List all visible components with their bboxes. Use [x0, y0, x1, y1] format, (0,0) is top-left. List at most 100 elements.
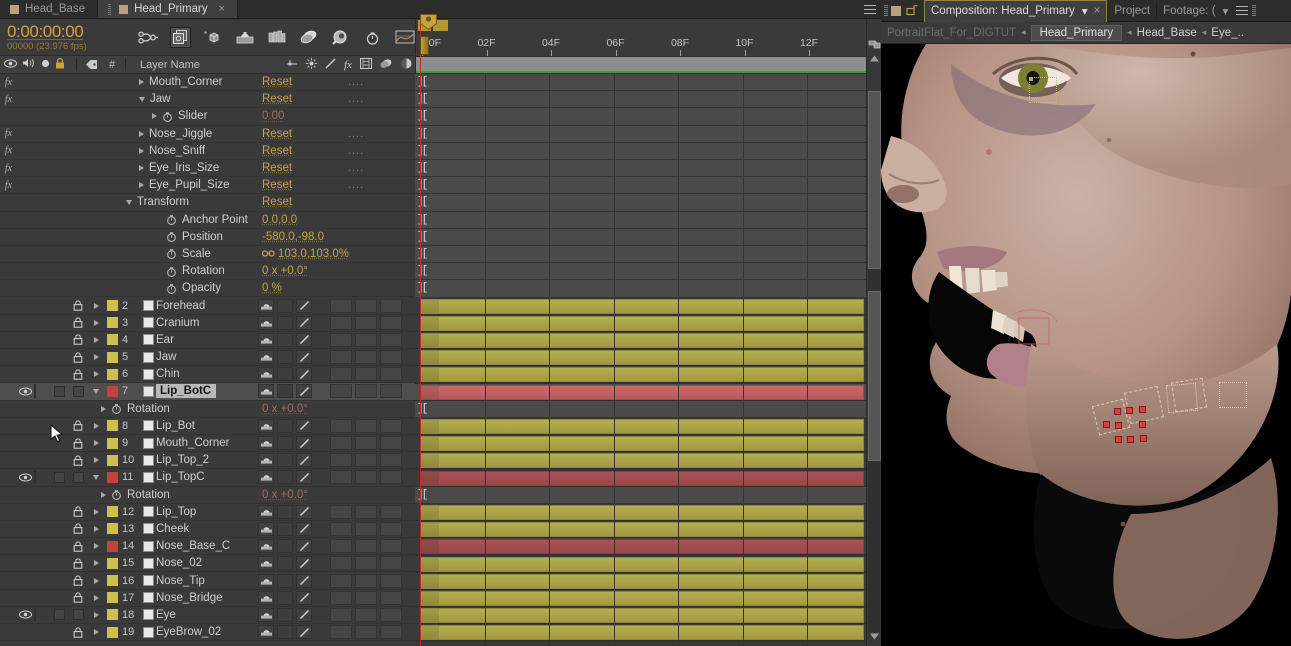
- layer-modes[interactable]: [330, 298, 402, 313]
- layer-modes[interactable]: [330, 315, 402, 330]
- layer-duration-track[interactable]: [415, 573, 866, 590]
- layer-name[interactable]: Nose_Base_C: [156, 540, 230, 552]
- puppet-pin-6[interactable]: [1115, 436, 1122, 443]
- viewer-panel-menu-button[interactable]: [1236, 6, 1249, 15]
- twirl-arrow-icon[interactable]: [139, 79, 144, 86]
- layer-modes[interactable]: [330, 436, 402, 451]
- layer-modes[interactable]: [330, 590, 402, 605]
- layer-label-color[interactable]: [104, 557, 120, 569]
- composition-mini-flowchart-icon[interactable]: [170, 26, 191, 48]
- layer-number-header[interactable]: #: [103, 59, 121, 71]
- layer-name[interactable]: Cheek: [156, 523, 189, 535]
- property-track[interactable]: ][: [415, 91, 866, 109]
- puppet-pin-1[interactable]: [1114, 408, 1121, 415]
- layer-modes[interactable]: [330, 539, 402, 554]
- layer-audio-toggle[interactable]: [34, 470, 51, 485]
- property-value[interactable]: Reset: [262, 93, 292, 105]
- effects-fx-icon[interactable]: fx: [0, 180, 17, 191]
- layer-switches[interactable]: [258, 504, 312, 519]
- layer-modes[interactable]: [330, 607, 402, 622]
- layer-switches[interactable]: [258, 539, 312, 554]
- layer-duration-bar[interactable]: [420, 384, 864, 400]
- property-value[interactable]: -580.0,-98.0: [262, 231, 324, 243]
- layer-duration-track[interactable]: [415, 590, 866, 608]
- layer-lock-toggle[interactable]: [68, 334, 88, 346]
- layer-duration-bar[interactable]: [420, 470, 864, 486]
- layer-label-color[interactable]: [104, 300, 120, 312]
- layer-label-color[interactable]: [104, 385, 120, 397]
- puppet-pin-2[interactable]: [1126, 407, 1133, 414]
- layer-lock-toggle[interactable]: [68, 369, 88, 380]
- stopwatch-icon[interactable]: [166, 214, 177, 226]
- timeline-graph-area[interactable]: ][][][][][][][][][][][][][][][: [415, 74, 873, 646]
- chevron-down-icon[interactable]: ▾: [1082, 4, 1088, 18]
- layer-visibility-toggle[interactable]: [17, 473, 34, 482]
- vertical-scrollbar-thumb-lower[interactable]: [868, 291, 881, 461]
- layer-name[interactable]: Nose_02: [156, 557, 202, 569]
- tab-composition-head-primary[interactable]: Composition: Head_Primary ▾ ×: [924, 0, 1108, 22]
- layer-lock-toggle[interactable]: [68, 437, 88, 449]
- layer-duration-track[interactable]: [415, 607, 866, 625]
- layer-duration-track[interactable]: [415, 452, 866, 470]
- twirl-arrow-icon[interactable]: [93, 354, 99, 361]
- layer-solo-toggle[interactable]: [51, 471, 68, 483]
- layer-twirl[interactable]: [88, 611, 104, 618]
- twirl-arrow-icon[interactable]: [93, 371, 99, 378]
- layer-duration-bar[interactable]: [420, 315, 864, 331]
- layer-name[interactable]: Lip_Top_2: [156, 454, 209, 466]
- layer-duration-track[interactable]: [415, 521, 866, 539]
- close-icon[interactable]: ×: [219, 3, 225, 15]
- layer-lock-toggle[interactable]: [68, 385, 88, 397]
- layer-duration-track[interactable]: [415, 298, 866, 315]
- layer-label-color[interactable]: [104, 420, 120, 432]
- layer-duration-track[interactable]: [415, 538, 866, 556]
- twirl-arrow-icon[interactable]: [93, 319, 99, 326]
- playhead-handle[interactable]: [420, 14, 437, 31]
- vertical-scrollbar-thumb[interactable]: [868, 91, 881, 269]
- twirl-arrow-icon[interactable]: [139, 165, 144, 172]
- layer-lock-toggle[interactable]: [68, 558, 88, 569]
- breadcrumb-item-eye[interactable]: Eye_..: [1211, 27, 1244, 39]
- layer-name[interactable]: Jaw: [156, 351, 176, 363]
- layer-duration-track[interactable]: [415, 624, 866, 642]
- layer-twirl[interactable]: [88, 508, 104, 515]
- layer-twirl[interactable]: [88, 354, 104, 361]
- property-value[interactable]: Reset: [262, 162, 292, 174]
- layer-duration-track[interactable]: [415, 366, 866, 384]
- property-value[interactable]: 103.0,103.0%: [262, 248, 349, 260]
- tab-project[interactable]: Project: [1108, 0, 1156, 22]
- property-track[interactable]: ][: [415, 228, 866, 246]
- twirl-arrow-icon[interactable]: [93, 543, 99, 550]
- layer-duration-bar[interactable]: [420, 625, 864, 641]
- breadcrumb-root[interactable]: PortraitFlat_For_DIGTUT: [887, 27, 1016, 39]
- audio-speaker-icon[interactable]: [22, 58, 36, 71]
- property-track[interactable]: ][: [415, 400, 866, 418]
- panel-grip-icon[interactable]: [884, 4, 888, 17]
- layer-label-color[interactable]: [104, 626, 120, 638]
- layer-name[interactable]: Lip_TopC: [156, 471, 205, 483]
- layer-lock-toggle[interactable]: [68, 541, 88, 552]
- layer-label-color[interactable]: [104, 471, 120, 483]
- layer-switches[interactable]: [258, 470, 312, 485]
- selection-box-5[interactable]: [1219, 382, 1247, 408]
- layer-twirl[interactable]: [88, 422, 104, 429]
- puppet-pin-8[interactable]: [1140, 435, 1147, 442]
- layer-switches[interactable]: [258, 436, 312, 451]
- layer-twirl[interactable]: [88, 319, 104, 326]
- layer-label-color[interactable]: [104, 575, 120, 587]
- draft-3d-icon[interactable]: *: [202, 27, 223, 48]
- effects-fx-icon[interactable]: fx: [344, 59, 352, 71]
- layer-audio-toggle[interactable]: [34, 384, 51, 399]
- puppet-pin-9[interactable]: [1103, 421, 1110, 428]
- layer-twirl[interactable]: [88, 388, 104, 394]
- twirl-arrow-icon[interactable]: [101, 405, 106, 412]
- layer-twirl[interactable]: [88, 440, 104, 447]
- layer-lock-toggle[interactable]: [68, 506, 88, 518]
- layer-switches[interactable]: [258, 315, 312, 330]
- layer-switches[interactable]: [258, 521, 312, 536]
- layer-modes[interactable]: [330, 504, 402, 519]
- adjustment-layer-icon[interactable]: [401, 58, 412, 72]
- layer-lock-toggle[interactable]: [68, 351, 88, 363]
- layer-twirl[interactable]: [88, 594, 104, 601]
- layer-label-color[interactable]: [104, 437, 120, 449]
